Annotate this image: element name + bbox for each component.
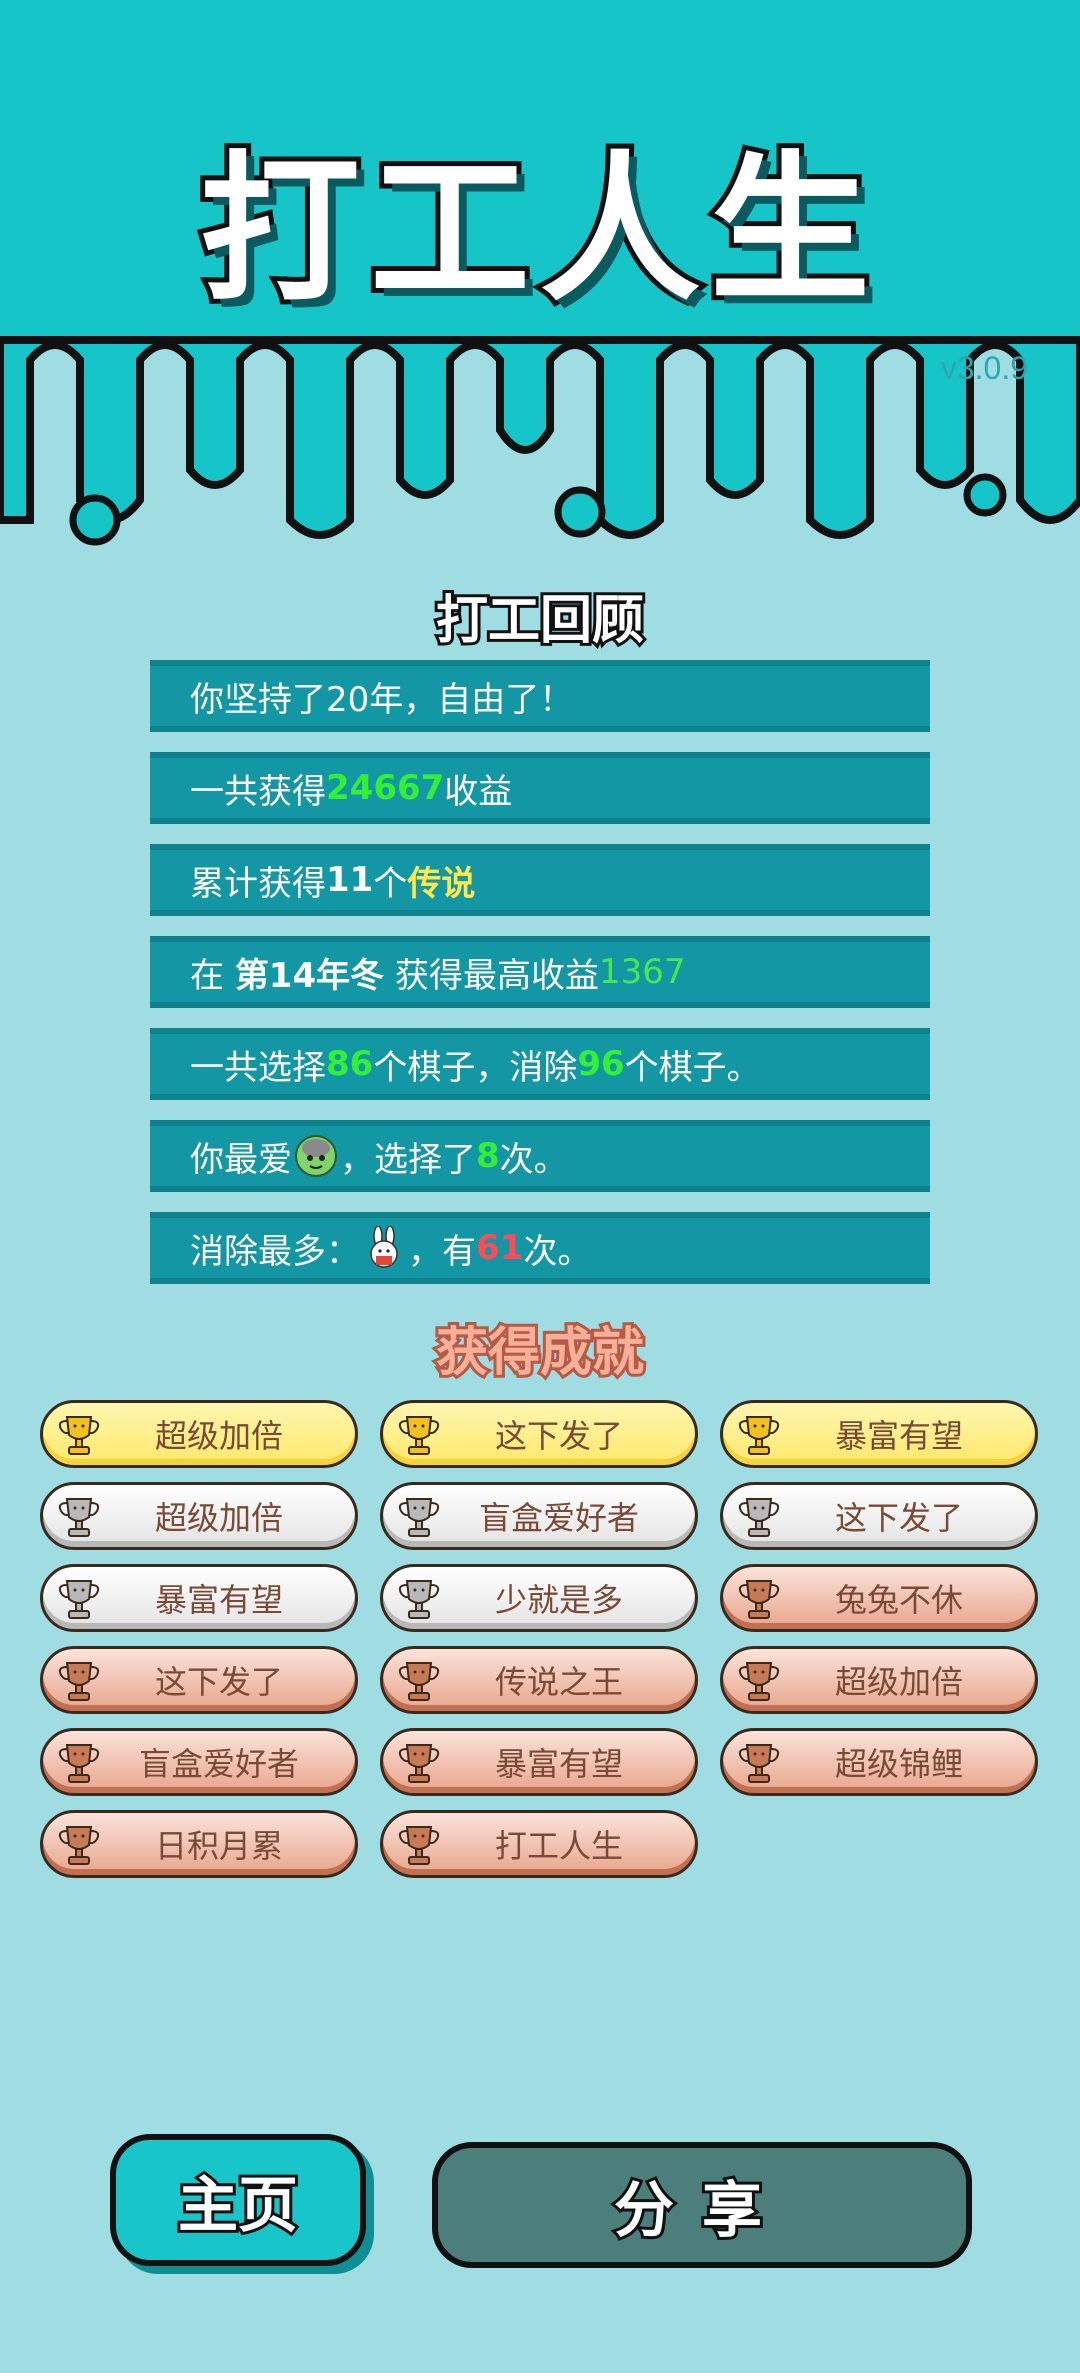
review-row-legend: 累计获得 11 个传说 <box>150 844 930 916</box>
review-row-best-season: 在 第14年冬 获得最高收益 1367 <box>150 936 930 1008</box>
achievement-badge[interactable]: 暴富有望 <box>40 1564 358 1632</box>
season-label: 第14年冬 <box>234 955 385 996</box>
achievement-badge[interactable]: 打工人生 <box>380 1810 698 1878</box>
season-prefix: 在 <box>190 955 224 996</box>
income-prefix: 一共获得 <box>190 771 326 812</box>
achievement-label: 这下发了 <box>834 1499 963 1537</box>
trophy-icon <box>398 1416 440 1455</box>
achievement-badge[interactable]: 暴富有望 <box>720 1400 1038 1468</box>
pieces-suffix: 个棋子。 <box>624 1047 761 1088</box>
legend-count: 11 <box>326 860 374 900</box>
share-button[interactable]: 分享 <box>432 2142 972 2268</box>
achievement-badge[interactable]: 这下发了 <box>40 1646 358 1714</box>
achievement-label: 盲盒爱好者 <box>138 1745 299 1783</box>
trophy-icon <box>738 1580 780 1619</box>
achievement-badge[interactable]: 日积月累 <box>40 1810 358 1878</box>
favorite-mid: ，选择了 <box>340 1139 476 1180</box>
achievement-badge[interactable]: 超级加倍 <box>720 1646 1038 1714</box>
achievement-badge[interactable]: 传说之王 <box>380 1646 698 1714</box>
trophy-icon <box>738 1498 780 1537</box>
achievement-badge[interactable]: 少就是多 <box>380 1564 698 1632</box>
chosen-count: 86 <box>326 1044 374 1084</box>
achievement-label: 传说之王 <box>494 1663 623 1701</box>
achievement-label: 超级加倍 <box>834 1663 963 1701</box>
trophy-icon <box>398 1662 440 1701</box>
legend-unit: 个 <box>373 863 408 904</box>
total-income-value: 24667 <box>326 768 445 808</box>
trophy-icon <box>58 1662 100 1701</box>
favorite-suffix: 次。 <box>499 1139 568 1180</box>
legend-prefix: 累计获得 <box>190 863 326 904</box>
achievement-label: 暴富有望 <box>154 1581 283 1619</box>
achievement-badge[interactable]: 这下发了 <box>380 1400 698 1468</box>
home-button[interactable]: 主页 <box>110 2134 366 2266</box>
achievement-badge[interactable]: 兔兔不休 <box>720 1564 1038 1632</box>
review-row-years: 你坚持了20年，自由了！ <box>150 660 930 732</box>
trophy-icon <box>738 1416 780 1455</box>
achievement-label: 兔兔不休 <box>834 1581 963 1619</box>
trophy-icon <box>58 1826 100 1865</box>
pieces-prefix: 一共选择 <box>190 1047 326 1088</box>
trophy-icon <box>58 1580 100 1619</box>
rabbit-icon <box>370 1226 398 1268</box>
trophy-icon <box>398 1498 440 1537</box>
removed-mid: ，有 <box>408 1231 476 1272</box>
legend-tag: 传说 <box>407 863 476 904</box>
removed-suffix: 次。 <box>523 1231 592 1272</box>
achievement-label: 打工人生 <box>494 1827 623 1865</box>
achievement-badge[interactable]: 超级加倍 <box>40 1400 358 1468</box>
achievement-label: 这下发了 <box>494 1417 623 1455</box>
achievement-label: 暴富有望 <box>834 1417 963 1455</box>
trophy-icon <box>398 1580 440 1619</box>
achievement-label: 这下发了 <box>154 1663 283 1701</box>
season-mid: 获得最高收益 <box>394 955 599 996</box>
removed-prefix: 消除最多： <box>190 1231 360 1272</box>
removed-count: 96 <box>577 1044 625 1084</box>
achievement-badge[interactable]: 这下发了 <box>720 1482 1038 1550</box>
achievement-badge[interactable]: 超级加倍 <box>40 1482 358 1550</box>
review-row-favorite: 你最爱 ，选择了 8 次。 <box>150 1120 930 1192</box>
review-row-pieces: 一共选择 86 个棋子，消除 96 个棋子。 <box>150 1028 930 1100</box>
trophy-icon <box>738 1744 780 1783</box>
app-title: 打工人生 <box>195 131 880 328</box>
review-title: 打工回顾 <box>433 588 647 654</box>
achievement-badge[interactable]: 暴富有望 <box>380 1728 698 1796</box>
trophy-icon <box>398 1826 440 1865</box>
trophy-icon <box>58 1498 100 1537</box>
achievement-label: 超级锦鲤 <box>834 1745 963 1783</box>
trophy-icon <box>738 1662 780 1701</box>
achievement-label: 超级加倍 <box>154 1499 283 1537</box>
achievement-badge[interactable]: 盲盒爱好者 <box>380 1482 698 1550</box>
most-removed-count: 61 <box>476 1228 524 1268</box>
achievement-label: 暴富有望 <box>494 1745 623 1783</box>
achievement-badge[interactable]: 盲盒爱好者 <box>40 1728 358 1796</box>
best-income-value: 1367 <box>598 952 686 992</box>
achievement-label: 日积月累 <box>154 1827 283 1865</box>
review-row-most-removed: 消除最多： ，有 61 次。 <box>150 1212 930 1284</box>
version-label: v3.0.9 <box>940 350 1028 386</box>
achievements-title: 获得成就 <box>433 1320 647 1386</box>
trophy-icon <box>58 1416 100 1455</box>
trophy-icon <box>58 1744 100 1783</box>
pieces-mid: 个棋子，消除 <box>373 1047 578 1088</box>
achievement-label: 盲盒爱好者 <box>478 1499 639 1537</box>
achievement-label: 少就是多 <box>494 1581 623 1619</box>
income-suffix: 收益 <box>444 771 513 812</box>
achievement-badge[interactable]: 超级锦鲤 <box>720 1728 1038 1796</box>
review-row-income: 一共获得 24667 收益 <box>150 752 930 824</box>
achievement-label: 超级加倍 <box>154 1417 283 1455</box>
trophy-icon <box>398 1744 440 1783</box>
favorite-prefix: 你最爱 <box>190 1139 292 1180</box>
years-text: 你坚持了20年，自由了！ <box>190 679 574 720</box>
favorite-count: 8 <box>476 1136 500 1176</box>
header-banner: 打工人生 v3.0.9 <box>0 0 1080 560</box>
green-creature-icon <box>295 1135 337 1177</box>
